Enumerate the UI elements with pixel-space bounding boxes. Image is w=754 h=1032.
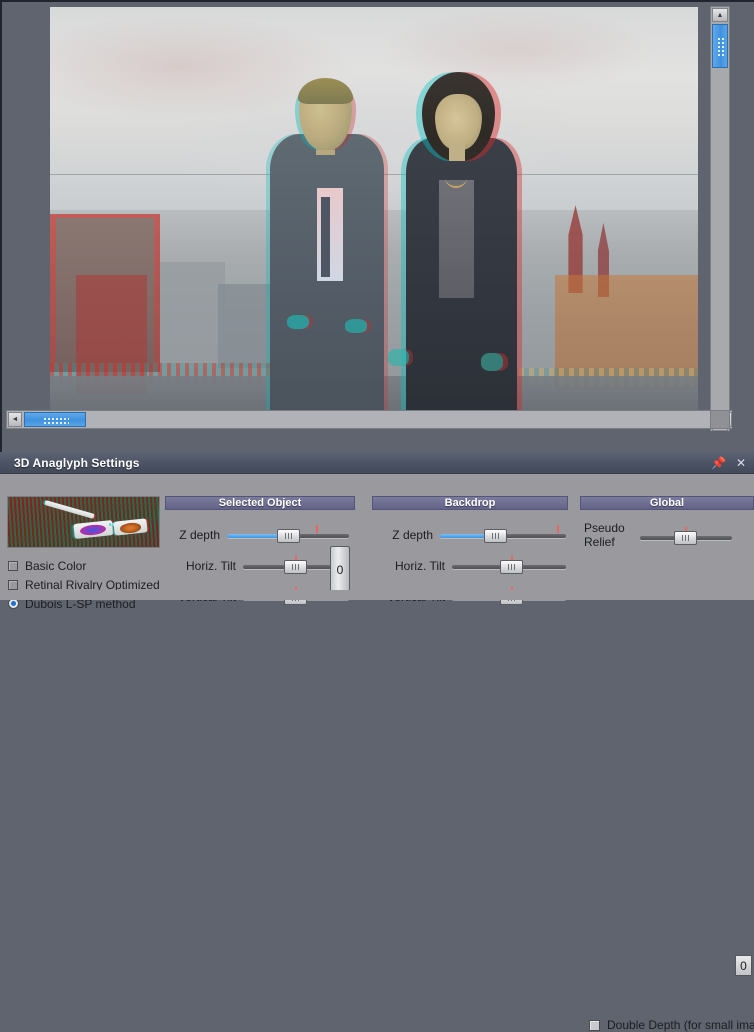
- canvas-area[interactable]: ▲ ▼ ◄ ►: [4, 4, 732, 431]
- slider-thumb[interactable]: [277, 529, 300, 543]
- slider-row-global-pseudo-relief: Pseudo Relief: [584, 521, 732, 549]
- section-header-global: Global: [580, 496, 754, 510]
- viewer-vertical-scrollbar[interactable]: ▲ ▼: [710, 6, 730, 431]
- section-header-selected-object: Selected Object: [165, 496, 355, 510]
- slider-row-backdrop-zdepth: Z depth: [372, 525, 566, 544]
- slider-tick-marker: [557, 525, 560, 533]
- slider-label: Horiz. Tilt: [185, 558, 236, 573]
- slider-label: Z depth: [392, 527, 433, 542]
- checkbox-label: Double Depth (for small image: [607, 1018, 754, 1032]
- checkbox-icon[interactable]: [8, 560, 18, 571]
- slider-selected-zdepth[interactable]: [227, 525, 349, 544]
- hand-ghost-3: [388, 348, 409, 366]
- anaglyph-photo[interactable]: [50, 7, 698, 429]
- image-viewer: ▲ ▼ ◄ ►: [0, 0, 754, 452]
- global-value-box[interactable]: 0: [735, 955, 752, 976]
- pin-icon[interactable]: 📌: [711, 457, 726, 469]
- panel-body: Basic Color Retinal Rivalry Optimized Du…: [0, 474, 754, 611]
- slider-row-selected-horiz-tilt: Horiz. Tilt: [165, 556, 349, 575]
- section-selected-object: Selected Object: [165, 496, 355, 510]
- man-tie: [320, 196, 330, 278]
- horizontal-scrollbar-thumb[interactable]: [24, 412, 86, 427]
- anaglyph-settings-panel: 3D Anaglyph Settings 📌 ✕ Basic Color Ret…: [0, 452, 754, 1032]
- checkbox-icon[interactable]: [8, 579, 18, 590]
- slider-label: Pseudo Relief: [584, 521, 625, 549]
- scrollbar-grip-icon: [717, 37, 725, 57]
- panel-title-text: 3D Anaglyph Settings: [14, 455, 140, 470]
- anaglyph-preview-thumbnail[interactable]: [7, 496, 160, 548]
- hand-ghost-4: [480, 353, 503, 371]
- slider-row-backdrop-horiz-tilt: Horiz. Tilt: [372, 556, 566, 575]
- building-mid: [160, 262, 225, 361]
- slider-thumb[interactable]: [674, 531, 698, 545]
- man-suit: [270, 133, 384, 429]
- slider-backdrop-horiz-tilt[interactable]: [452, 556, 566, 575]
- slider-thumb[interactable]: [484, 529, 508, 543]
- section-title: Global: [649, 496, 685, 509]
- close-icon[interactable]: ✕: [736, 457, 746, 469]
- hand-ghost-2: [344, 319, 367, 333]
- woman-neck: [448, 142, 466, 162]
- section-header-backdrop: Backdrop: [372, 496, 568, 510]
- building-mid-2: [218, 284, 271, 368]
- checkbox-double-depth[interactable]: Double Depth (for small image: [589, 1018, 754, 1032]
- slider-label: Z depth: [179, 527, 220, 542]
- slider-thumb[interactable]: [283, 560, 307, 574]
- scrollbar-grip-icon: [43, 417, 69, 424]
- slider-label: Horiz. Tilt: [394, 558, 445, 573]
- woman-top: [438, 180, 474, 299]
- section-title: Selected Object: [218, 496, 302, 509]
- vertical-scrollbar-thumb[interactable]: [712, 24, 728, 68]
- scroll-left-arrow-icon[interactable]: ◄: [8, 412, 22, 427]
- slider-thumb[interactable]: [500, 560, 524, 574]
- value-text: 0: [336, 563, 344, 577]
- panel-title-bar: 3D Anaglyph Settings 📌 ✕: [0, 452, 754, 474]
- panel-title-buttons: 📌 ✕: [711, 452, 746, 474]
- hand-ghost-1: [286, 315, 309, 330]
- section-global: Global: [580, 496, 754, 510]
- slider-global-pseudo-relief[interactable]: [640, 527, 732, 546]
- scroll-up-arrow-icon[interactable]: ▲: [712, 8, 728, 22]
- panel-footer: [0, 590, 754, 600]
- viewer-horizontal-scrollbar[interactable]: ◄ ►: [6, 410, 732, 429]
- slider-tick-marker: [316, 525, 319, 533]
- value-text: 0: [740, 958, 747, 973]
- section-backdrop: Backdrop: [372, 496, 568, 510]
- slider-row-selected-zdepth: Z depth: [165, 525, 349, 544]
- checkbox-icon[interactable]: [589, 1019, 600, 1031]
- section-title: Backdrop: [444, 496, 496, 509]
- option-label: Basic Color: [25, 558, 87, 573]
- option-basic-color[interactable]: Basic Color: [8, 556, 178, 575]
- slider-backdrop-zdepth[interactable]: [440, 525, 566, 544]
- anaglyph-method-options: Basic Color Retinal Rivalry Optimized Du…: [8, 556, 178, 613]
- selected-object-value-box[interactable]: 0: [330, 546, 350, 594]
- scrollbar-corner: [710, 410, 730, 429]
